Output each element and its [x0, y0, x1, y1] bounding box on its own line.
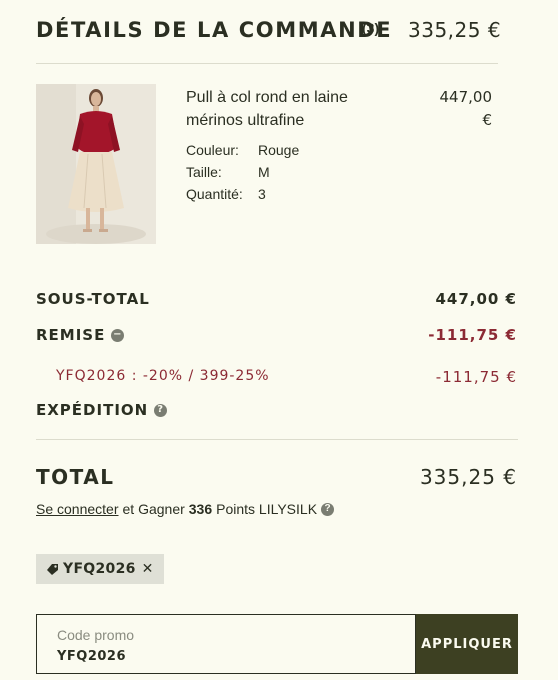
divider [36, 63, 498, 64]
points-text-after: Points LILYSILK [216, 501, 318, 517]
subtotal-label: SOUS-TOTAL [36, 290, 150, 308]
promo-code-label: Code promo [57, 627, 135, 643]
shipping-label-text: EXPÉDITION [36, 401, 149, 419]
discount-code-value: -111,75 € [435, 368, 517, 386]
attribute-quantity-value: 3 [258, 186, 266, 202]
product-price: 447,00 € [420, 86, 493, 132]
discount-value: -111,75 € [428, 326, 517, 344]
discount-code-line: YFQ2026 : -20% / 399-25% [56, 368, 270, 384]
points-text-before: et Gagner [122, 501, 185, 517]
apply-promo-button[interactable]: APPLIQUER [416, 614, 518, 674]
product-photo-illustration [36, 84, 156, 244]
points-line: Se connecter et Gagner 336 Points LILYSI… [36, 501, 335, 517]
promo-code-input[interactable]: YFQ2026 [57, 649, 126, 664]
subtotal-value: 447,00 € [435, 290, 517, 308]
applied-code-chip: YFQ2026 ✕ [36, 554, 164, 584]
collapse-minus-icon[interactable]: − [111, 328, 125, 342]
attribute-color-label: Couleur: [186, 142, 239, 158]
item-count: (3) [362, 20, 380, 36]
product-price-amount: 447,00 [439, 88, 493, 106]
total-value: 335,25 € [419, 465, 517, 489]
attribute-size-label: Taille: [186, 164, 222, 180]
discount-label: REMISE − [36, 326, 125, 344]
discount-label-text: REMISE [36, 326, 106, 344]
tag-icon [47, 563, 58, 575]
attribute-color-value: Rouge [258, 142, 300, 158]
help-question-icon[interactable]: ? [154, 403, 168, 417]
sign-in-link[interactable]: Se connecter [36, 501, 119, 517]
divider [36, 439, 518, 440]
attribute-size-value: M [258, 164, 270, 180]
help-question-icon[interactable]: ? [321, 502, 335, 516]
points-amount: 336 [188, 501, 213, 517]
product-image[interactable] [36, 84, 156, 244]
shipping-label: EXPÉDITION ? [36, 401, 168, 419]
header-total: 335,25 € [408, 18, 502, 42]
product-price-currency: € [482, 111, 492, 129]
promo-code-field[interactable]: Code promo YFQ2026 [36, 614, 416, 674]
order-details-title: DÉTAILS DE LA COMMANDE [36, 18, 393, 42]
total-label: TOTAL [36, 465, 115, 489]
attribute-quantity-label: Quantité: [186, 186, 243, 202]
applied-code-text: YFQ2026 [63, 561, 136, 577]
remove-code-close-icon[interactable]: ✕ [142, 561, 154, 577]
product-name[interactable]: Pull à col rond en laine mérinos ultrafi… [186, 86, 386, 132]
subtotal-label-text: SOUS-TOTAL [36, 290, 150, 308]
